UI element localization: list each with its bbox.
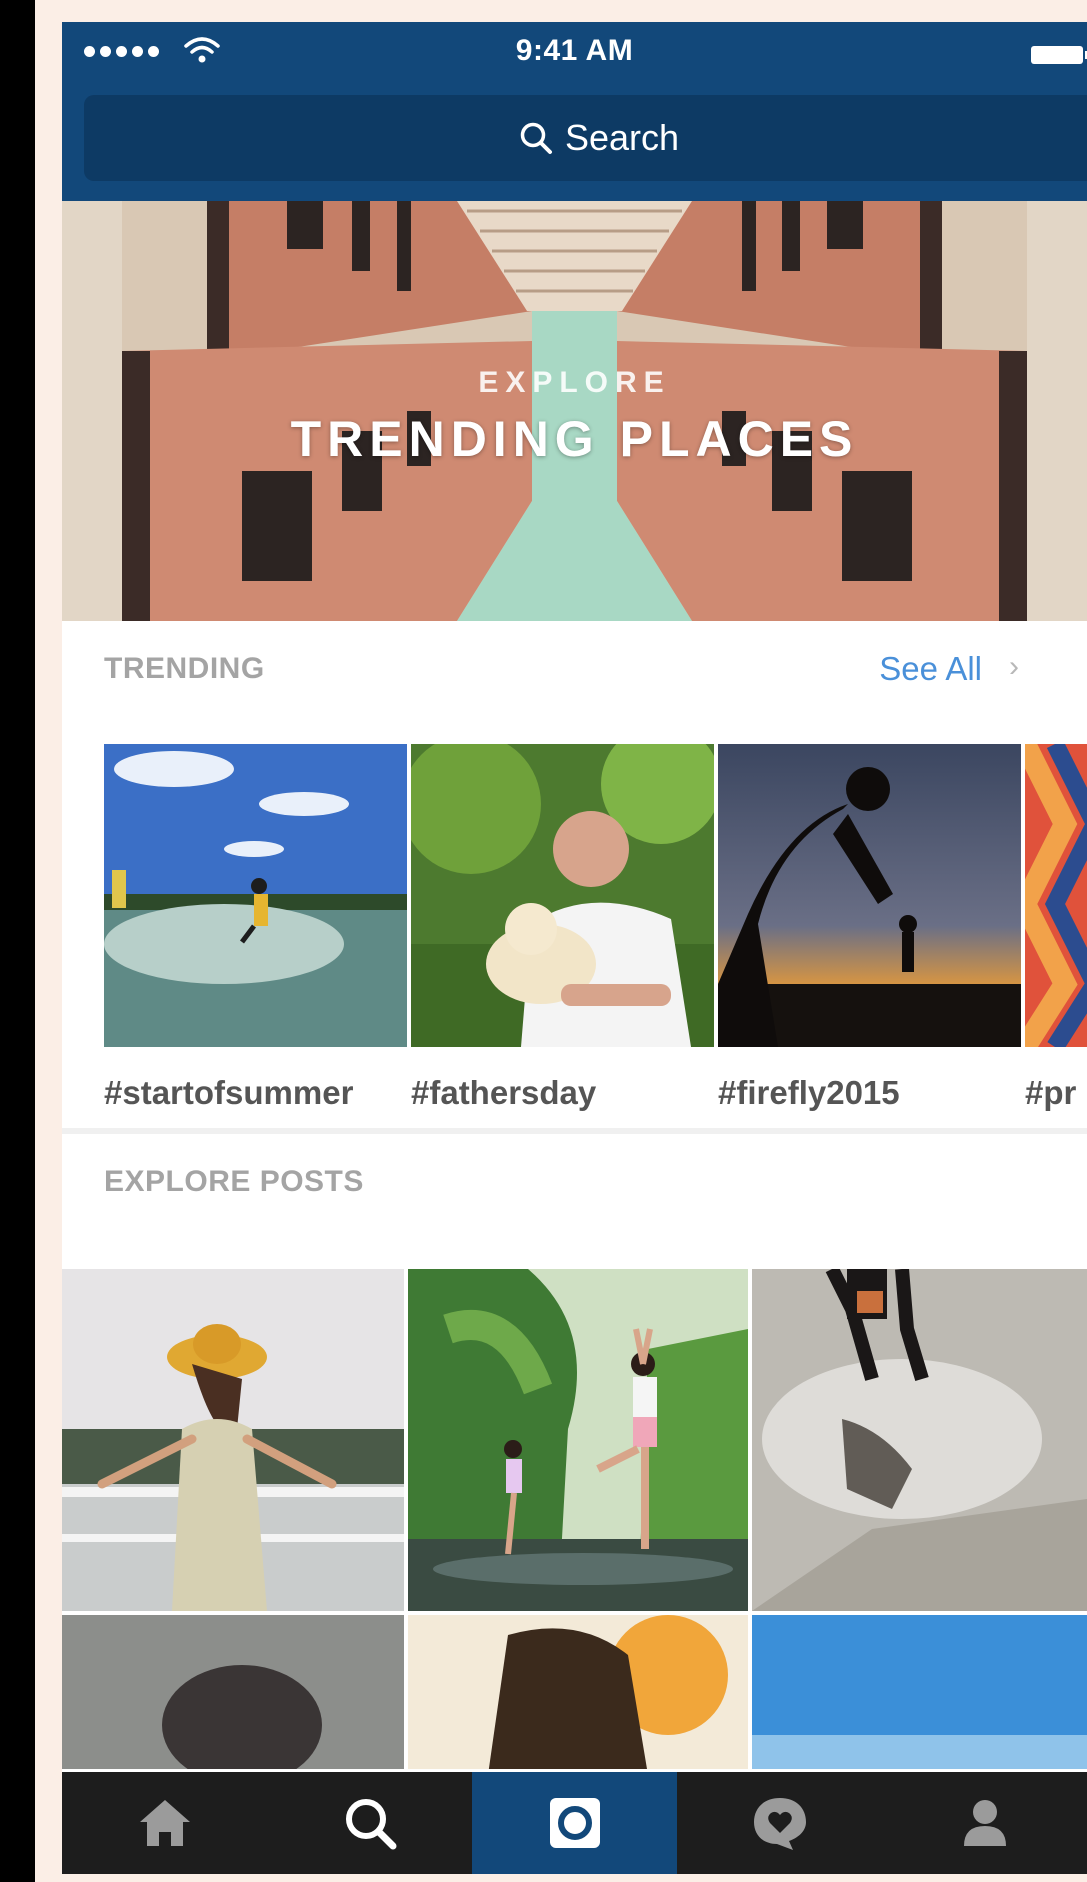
trending-thumbnail xyxy=(411,744,714,1047)
bottom-tab-bar xyxy=(62,1772,1087,1874)
chevron-right-icon[interactable]: › xyxy=(1009,650,1019,684)
search-bar[interactable]: Search xyxy=(84,95,1087,181)
explore-posts-label: EXPLORE POSTS xyxy=(104,1165,364,1198)
explore-post[interactable] xyxy=(62,1615,404,1769)
phone-screen: 9:41 AM Search EXPLORE TRENDING PLACES T… xyxy=(62,22,1087,1874)
trending-thumbnail xyxy=(718,744,1021,1047)
explore-posts-grid xyxy=(62,1269,1087,1769)
trending-item[interactable]: #pr xyxy=(1025,744,1087,1111)
explore-post[interactable] xyxy=(752,1269,1087,1611)
camera-icon xyxy=(549,1798,600,1848)
activity-heart-icon xyxy=(753,1798,806,1850)
tab-profile[interactable] xyxy=(882,1772,1087,1874)
explore-post[interactable] xyxy=(62,1269,404,1611)
explore-post[interactable] xyxy=(408,1269,748,1611)
tab-activity[interactable] xyxy=(677,1772,882,1874)
home-icon xyxy=(139,1800,190,1846)
search-icon xyxy=(520,122,552,154)
banner-eyebrow: EXPLORE xyxy=(478,366,671,399)
trending-tag: #firefly2015 xyxy=(718,1074,900,1111)
trending-thumbnail xyxy=(1025,744,1087,1047)
device-bezel xyxy=(0,0,35,1882)
banner-title: TRENDING PLACES xyxy=(290,411,859,467)
trending-item[interactable]: #firefly2015 xyxy=(718,744,1021,1111)
tab-camera[interactable] xyxy=(472,1772,677,1874)
tab-home[interactable] xyxy=(62,1772,267,1874)
see-all-link[interactable]: See All xyxy=(879,650,982,688)
profile-icon xyxy=(963,1800,1006,1846)
search-icon xyxy=(345,1799,396,1850)
trending-tag: #fathersday xyxy=(411,1074,597,1111)
trending-item[interactable]: #startofsummer xyxy=(104,744,407,1111)
section-divider xyxy=(62,1128,1087,1134)
top-bar: 9:41 AM Search xyxy=(62,22,1087,201)
explore-post[interactable] xyxy=(408,1615,748,1769)
search-placeholder: Search xyxy=(564,117,680,158)
explore-post[interactable] xyxy=(752,1615,1087,1769)
trending-carousel[interactable]: #startofsummer #fathersday #firefly2015 … xyxy=(104,744,1087,1111)
status-time: 9:41 AM xyxy=(515,34,634,67)
battery-icon xyxy=(1031,46,1087,64)
trending-label: TRENDING xyxy=(104,652,265,685)
status-bar: 9:41 AM xyxy=(62,22,1087,82)
trending-thumbnail xyxy=(104,744,407,1047)
explore-header: EXPLORE POSTS xyxy=(62,1165,1087,1215)
trending-header: TRENDING See All › xyxy=(62,640,1087,700)
trending-tag: #pr xyxy=(1025,1074,1077,1111)
trending-item[interactable]: #fathersday xyxy=(411,744,714,1111)
tab-search[interactable] xyxy=(267,1772,472,1874)
trending-tag: #startofsummer xyxy=(104,1074,354,1111)
